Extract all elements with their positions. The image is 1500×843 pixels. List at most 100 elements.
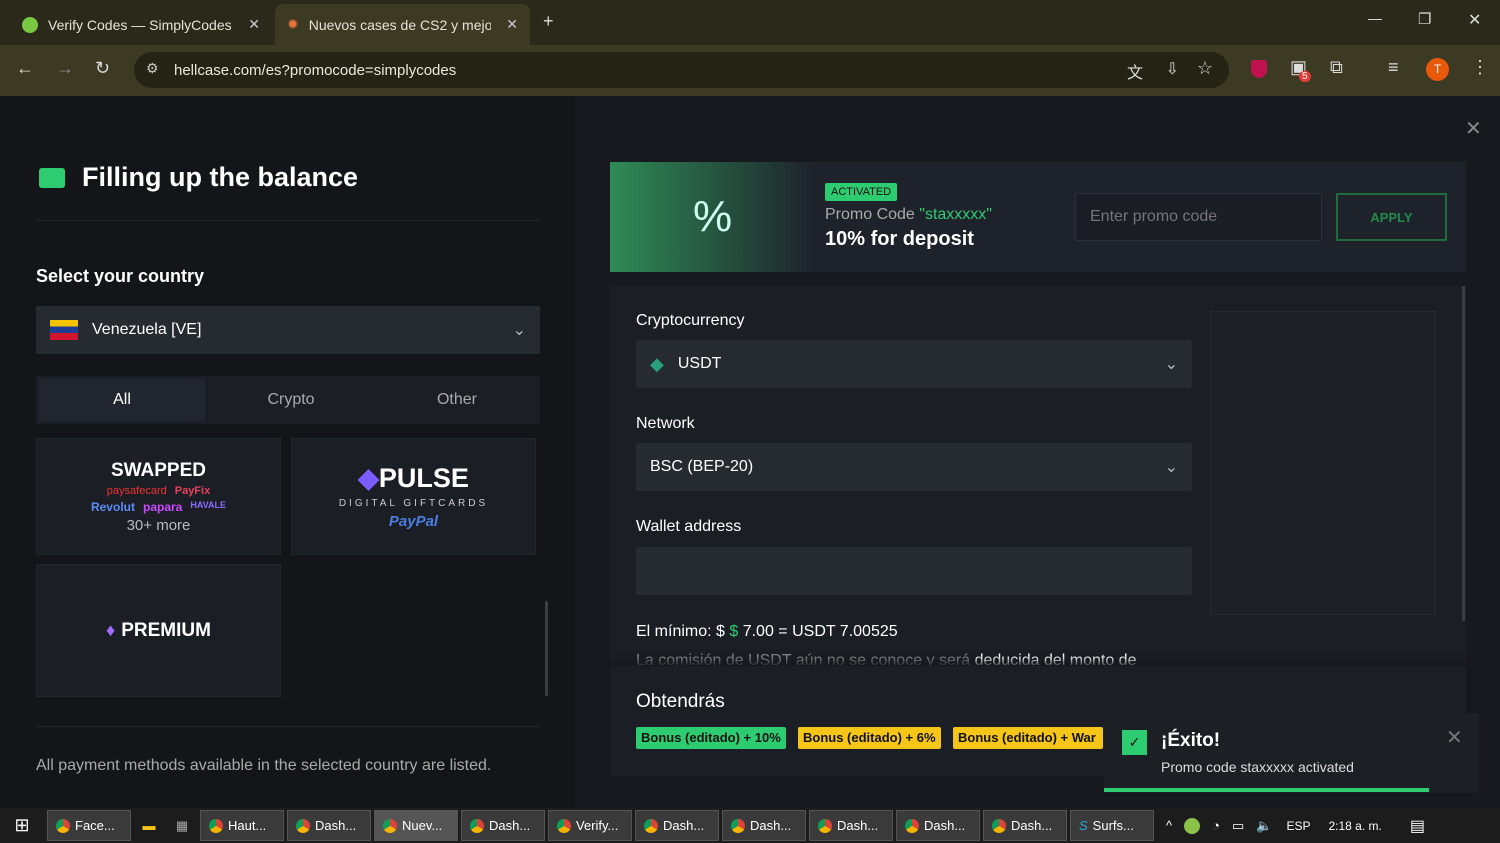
bonus-heading: Obtendrás bbox=[636, 691, 725, 712]
deposit-panel: ✕ % ACTIVATED Promo Code "staxxxxx" 10% … bbox=[575, 96, 1500, 808]
bonus-chip: Bonus (editado) + War bbox=[953, 727, 1103, 749]
taskbar-item[interactable]: Dash... bbox=[635, 810, 719, 841]
pulse-card[interactable]: ◆PULSE DIGITAL GIFTCARDS PayPal bbox=[291, 438, 536, 555]
tab-hellcase[interactable]: ✹ Nuevos cases de CS2 y mejores ✕ bbox=[275, 4, 530, 45]
scrollbar[interactable] bbox=[545, 601, 548, 696]
address-bar-row: ← → ↻ ⚙ hellcase.com/es?promocode=simply… bbox=[0, 45, 1500, 96]
pulse-diamond-icon: ◆ bbox=[358, 463, 379, 493]
taskbar-item[interactable]: S Surfs... bbox=[1070, 810, 1154, 841]
swapped-logo: SWAPPED bbox=[110, 459, 207, 481]
crypto-select[interactable]: ◆ USDT ⌄ bbox=[636, 340, 1192, 388]
havale-logo: HAVALE bbox=[190, 499, 227, 510]
divider bbox=[36, 220, 540, 221]
calculator-icon[interactable]: ▦ bbox=[167, 818, 197, 834]
profile-avatar[interactable]: T bbox=[1426, 58, 1449, 81]
tray-chevron-icon[interactable]: ^ bbox=[1166, 818, 1172, 833]
tab-title: Verify Codes — SimplyCodes bbox=[48, 16, 232, 33]
taskbar-item[interactable]: Haut... bbox=[200, 810, 284, 841]
minimize-button[interactable]: — bbox=[1368, 10, 1382, 26]
extensions-puzzle-icon[interactable]: ⧉ bbox=[1330, 57, 1343, 78]
close-tab-icon[interactable]: ✕ bbox=[506, 16, 518, 33]
fee-note: La comisión de USDT aún no se conoce y s… bbox=[636, 652, 975, 666]
taskbar-item[interactable]: Dash... bbox=[896, 810, 980, 841]
premium-card[interactable]: ♦ PREMIUM bbox=[36, 564, 281, 697]
windows-start-icon[interactable]: ⊞ bbox=[0, 815, 44, 836]
bookmark-star-icon[interactable]: ☆ bbox=[1197, 58, 1213, 79]
taskbar-item-active[interactable]: Nuev... bbox=[374, 810, 458, 841]
new-tab-button[interactable]: + bbox=[543, 11, 554, 32]
dollar-sign: $ bbox=[729, 623, 739, 640]
promo-banner: % ACTIVATED Promo Code "staxxxxx" 10% fo… bbox=[610, 162, 1466, 272]
chrome-icon bbox=[209, 818, 223, 833]
menu-icon[interactable]: ⋮ bbox=[1471, 57, 1489, 78]
clock[interactable]: 2:18 a. m. bbox=[1328, 819, 1381, 833]
taskbar-item[interactable]: Dash... bbox=[287, 810, 371, 841]
wallet-label: Wallet address bbox=[636, 518, 742, 535]
url-text: hellcase.com/es?promocode=simplycodes bbox=[174, 61, 457, 79]
promo-headline: 10% for deposit bbox=[825, 228, 974, 250]
forward-icon[interactable]: → bbox=[56, 58, 74, 79]
battery-icon[interactable]: ▭ bbox=[1232, 818, 1244, 834]
language-indicator[interactable]: ESP bbox=[1286, 819, 1310, 833]
network-icon[interactable]: ◔ bbox=[1212, 818, 1220, 833]
papara-logo: papara bbox=[142, 499, 183, 514]
network-select[interactable]: BSC (BEP-20) ⌄ bbox=[636, 443, 1192, 491]
back-icon[interactable]: ← bbox=[16, 58, 34, 79]
check-icon: ✓ bbox=[1122, 730, 1147, 755]
volume-icon[interactable]: 🔈 bbox=[1256, 818, 1272, 834]
reload-icon[interactable]: ↻ bbox=[95, 58, 110, 79]
translate-icon[interactable]: 文 bbox=[1127, 59, 1143, 83]
toast-message: Promo code staxxxxx activated bbox=[1161, 759, 1354, 775]
taskbar-item[interactable]: Dash... bbox=[461, 810, 545, 841]
chrome-icon bbox=[644, 818, 658, 833]
file-explorer-icon[interactable]: ▬ bbox=[131, 818, 167, 833]
wallet-address-input[interactable] bbox=[636, 547, 1192, 595]
bonus-chip: Bonus (editado) + 6% bbox=[798, 727, 941, 749]
close-toast-icon[interactable]: ✕ bbox=[1446, 725, 1463, 750]
apply-button[interactable]: APPLY bbox=[1336, 193, 1447, 241]
hellcase-favicon-icon: ✹ bbox=[287, 16, 299, 32]
chevron-down-icon: ⌄ bbox=[512, 322, 526, 339]
tab-all[interactable]: All bbox=[39, 379, 205, 421]
reading-list-icon[interactable]: ≡ bbox=[1388, 57, 1399, 78]
chrome-icon bbox=[470, 818, 484, 833]
venezuela-flag-icon bbox=[50, 320, 78, 340]
swapped-card[interactable]: SWAPPED paysafecard PayFix Revolut papara H… bbox=[36, 438, 281, 555]
tray-app-icon[interactable] bbox=[1184, 817, 1201, 834]
activated-badge: ACTIVATED bbox=[825, 183, 898, 201]
url-field[interactable]: ⚙ hellcase.com/es?promocode=simplycodes … bbox=[134, 52, 1229, 88]
promo-code-value: "staxxxxx" bbox=[919, 206, 992, 223]
tab-bar: Verify Codes — SimplyCodes ✕ ✹ Nuevos ca… bbox=[0, 0, 1500, 45]
chrome-icon bbox=[56, 818, 70, 833]
taskbar-item[interactable]: Dash... bbox=[722, 810, 806, 841]
maximize-button[interactable]: ❐ bbox=[1418, 10, 1431, 28]
site-settings-icon[interactable]: ⚙ bbox=[146, 60, 159, 77]
notifications-icon[interactable]: ▤ bbox=[1410, 816, 1425, 836]
paysafecard-logo: paysafecard bbox=[106, 484, 167, 497]
tab-verify-codes[interactable]: Verify Codes — SimplyCodes ✕ bbox=[10, 4, 272, 45]
install-icon[interactable]: ⇩ bbox=[1166, 59, 1179, 79]
scrollbar[interactable] bbox=[1462, 286, 1465, 621]
taskbar-label: Face... bbox=[75, 818, 115, 833]
payment-methods-panel: Filling up the balance Select your count… bbox=[0, 96, 575, 808]
taskbar-item[interactable]: Face... bbox=[47, 810, 131, 841]
more-methods-text: 30+ more bbox=[126, 516, 191, 534]
chrome-icon bbox=[905, 818, 919, 833]
tab-other[interactable]: Other bbox=[374, 376, 540, 424]
promo-code-input[interactable] bbox=[1075, 193, 1322, 241]
close-modal-icon[interactable]: ✕ bbox=[1465, 116, 1482, 141]
footer-note: All payment methods available in the sel… bbox=[36, 757, 492, 774]
taskbar-label: Dash... bbox=[1011, 818, 1053, 833]
taskbar-item[interactable]: Verify... bbox=[548, 810, 632, 841]
country-select[interactable]: Venezuela [VE] ⌄ bbox=[36, 306, 540, 354]
taskbar-item[interactable]: Dash... bbox=[983, 810, 1067, 841]
close-tab-icon[interactable]: ✕ bbox=[248, 16, 260, 33]
premium-logo: PREMIUM bbox=[121, 619, 211, 641]
ublock-icon[interactable] bbox=[1251, 60, 1267, 78]
taskbar-item[interactable]: Dash... bbox=[809, 810, 893, 841]
close-window-button[interactable]: ✕ bbox=[1468, 10, 1481, 30]
tab-crypto[interactable]: Crypto bbox=[208, 376, 374, 424]
chevron-down-icon: ⌄ bbox=[1164, 459, 1178, 476]
crypto-value: USDT bbox=[677, 355, 722, 372]
payfix-logo: PayFix bbox=[174, 484, 211, 497]
